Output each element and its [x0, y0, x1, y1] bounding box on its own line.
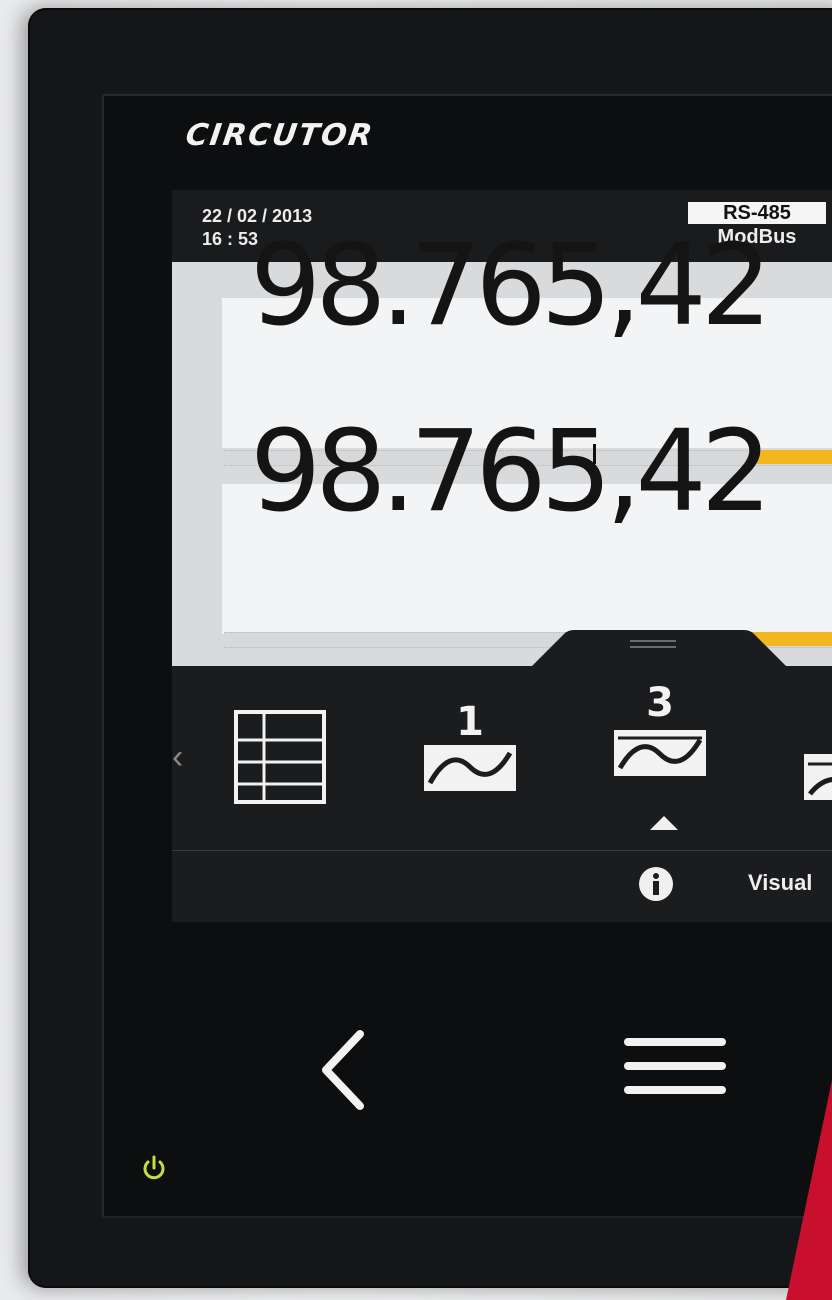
waveform-3-icon[interactable]: 3: [612, 676, 708, 781]
waveform-partial-icon[interactable]: [802, 750, 832, 802]
menu-handle[interactable]: [172, 630, 832, 690]
display-screen: 22 / 02 / 2013 16 : 53 RS-485 ModBus 98.…: [172, 190, 832, 922]
reading-value-1: 98.765,42: [250, 221, 772, 351]
menu-divider: [172, 850, 832, 851]
waveform-3-number: 3: [646, 680, 674, 726]
brand-logo: CIRCUTOR: [183, 118, 377, 153]
reading-value-2: 98.765,42: [250, 407, 772, 537]
table-view-icon[interactable]: [234, 710, 326, 804]
waveform-1-icon[interactable]: 1: [422, 695, 518, 800]
back-chevron-icon[interactable]: [318, 1030, 368, 1110]
info-icon[interactable]: [638, 866, 674, 902]
power-icon[interactable]: [140, 1154, 168, 1182]
waveform-1-number: 1: [456, 699, 484, 745]
info-label: Visual: [748, 870, 813, 895]
menu-scroll-left-icon[interactable]: ‹: [172, 738, 192, 777]
brand-accent-stripe: [786, 1080, 832, 1300]
selection-indicator-icon: [650, 816, 678, 830]
menu-hamburger-icon[interactable]: [622, 1036, 728, 1098]
